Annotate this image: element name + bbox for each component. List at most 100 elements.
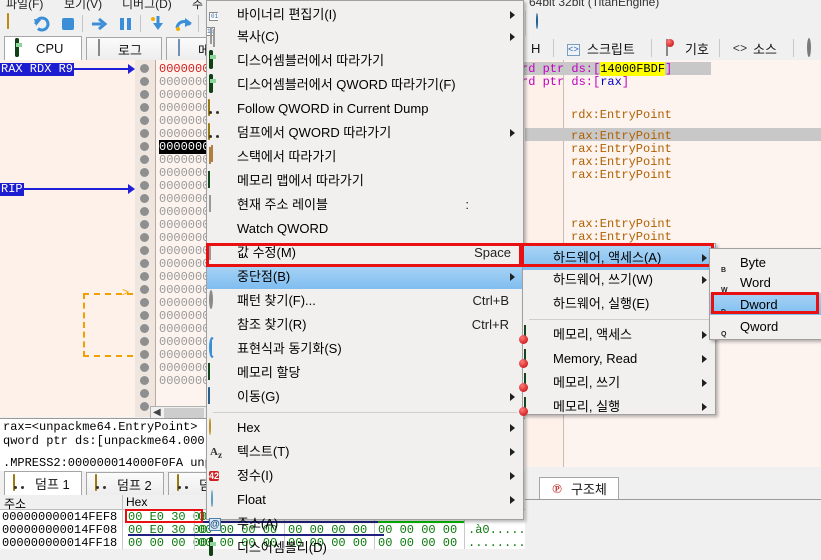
- submenu-item-label: 메모리, 실행: [553, 399, 621, 414]
- menu-item-label: 패턴 찾기(F)...: [237, 293, 316, 308]
- sync-icon: [207, 337, 225, 358]
- menu-item-float[interactable]: Float: [207, 488, 523, 512]
- context-menu[interactable]: 0110 바이너리 편집기(I) 복사(C) 디스어셈블러에서 따라가기 디스어…: [206, 0, 524, 556]
- chevron-right-icon: [702, 254, 707, 262]
- submenu-item-mem-read[interactable]: Memory, Read: [523, 347, 715, 371]
- info-line-2: qword ptr ds:[unpackme64.000: [3, 434, 205, 448]
- menubar-item-view[interactable]: 보기(V): [64, 0, 102, 11]
- disassembly-comment: rax:EntryPoint: [571, 168, 672, 182]
- cpu-dump-column[interactable]: 0000000 0000000 0000000 0000000 0000000 …: [157, 60, 209, 417]
- float-icon: [207, 490, 225, 509]
- menu-item-find-pattern[interactable]: 패턴 찾기(F)... Ctrl+B: [207, 289, 523, 313]
- submenu-item-hw-execute[interactable]: 하드웨어, 실행(E): [523, 292, 715, 316]
- tab-script-label: 스크립트: [587, 42, 635, 57]
- menu-item-follow-in-stack[interactable]: 스택에서 따라가기: [207, 145, 523, 169]
- menu-item-integer[interactable]: 42 정수(I): [207, 464, 523, 488]
- submenu-item-mem-execute[interactable]: 메모리, 실행: [523, 395, 715, 419]
- submenu-item-mem-write[interactable]: 메모리, 쓰기: [523, 371, 715, 395]
- menu-item-address[interactable]: @ 주소(A): [207, 512, 523, 536]
- submenu-item-hw-access[interactable]: 하드웨어, 액세스(A): [523, 246, 715, 270]
- tab-dump-1[interactable]: 덤프 1: [4, 471, 82, 495]
- pause-icon[interactable]: [116, 14, 136, 34]
- step-into-icon[interactable]: [148, 14, 168, 34]
- submenu-item-dword[interactable]: D Dword: [710, 293, 821, 316]
- log-icon: [95, 39, 113, 58]
- dump-value-row: 0000000: [159, 244, 209, 258]
- menu-item-current-address-label[interactable]: 현재 주소 레이블 :: [207, 193, 523, 217]
- tab-struct[interactable]: ℗ 구조체: [539, 477, 619, 499]
- menu-item-accelerator: Ctrl+B: [472, 293, 509, 308]
- size-submenu[interactable]: B Byte W Word D Dword Q Qword: [709, 248, 821, 340]
- submenu-item-label: Dword: [740, 297, 778, 312]
- dump-value-row: 0000000: [159, 101, 209, 115]
- menubar-item-debug[interactable]: 디버그(D): [122, 0, 172, 11]
- menu-item-watch-qword[interactable]: Watch QWORD: [207, 217, 523, 241]
- menu-item-modify-value[interactable]: 값 수정(M) Space: [207, 241, 523, 265]
- mem-read-icon: [523, 349, 541, 368]
- menu-separator: [213, 412, 517, 413]
- chevron-right-icon: [510, 472, 515, 480]
- tab-dump-2-label: 덤프 2: [117, 477, 152, 493]
- menu-item-copy[interactable]: 복사(C): [207, 25, 523, 49]
- tab-handles-label: H: [531, 41, 541, 56]
- right-tab-bar[interactable]: H <> 스크립트 기호 <> 소스 참조: [525, 36, 821, 61]
- menu-item-goto[interactable]: 이동(G): [207, 385, 523, 409]
- menu-item-follow-in-disassembler[interactable]: 디스어셈블러에서 따라가기: [207, 49, 523, 73]
- menu-item-allocate-memory[interactable]: 메모리 할당: [207, 361, 523, 385]
- menu-item-follow-qword-current-dump[interactable]: Follow QWORD in Current Dump: [207, 97, 523, 121]
- dump-value-row: 0000000: [159, 62, 209, 76]
- step-over-icon[interactable]: [174, 14, 194, 34]
- chevron-right-icon: [510, 273, 515, 281]
- breakpoint-submenu[interactable]: 하드웨어, 액세스(A) 하드웨어, 쓰기(W) 하드웨어, 실행(E) 메모리…: [522, 243, 716, 415]
- menu-item-text[interactable]: Az 텍스트(T): [207, 440, 523, 464]
- tab-source[interactable]: <> 소스: [725, 37, 793, 60]
- pencil-icon: [207, 243, 225, 262]
- globe-icon[interactable]: [534, 13, 552, 32]
- jump-arrow-2: [128, 184, 135, 194]
- dump-value-row: 0000000: [159, 127, 209, 141]
- tab-script[interactable]: <> 스크립트: [559, 37, 651, 60]
- menu-item-label: 표현식과 동기화(S): [237, 341, 342, 356]
- binary-editor-icon: 0110: [207, 6, 225, 36]
- copy-icon: [207, 27, 225, 46]
- menu-item-find-references[interactable]: 참조 찾기(R) Ctrl+R: [207, 313, 523, 337]
- tab-cpu[interactable]: CPU: [4, 36, 82, 60]
- tab-dump-2[interactable]: 덤프 2: [86, 472, 164, 495]
- submenu-item-mem-access[interactable]: 메모리, 액세스: [523, 323, 715, 347]
- dump-value-row: 0000000: [159, 231, 209, 245]
- disassembly-comment: rax:EntryPoint: [571, 142, 672, 156]
- submenu-item-qword[interactable]: Q Qword: [710, 315, 821, 338]
- open-icon[interactable]: [6, 13, 26, 34]
- register-highlight-rip: RIP: [0, 182, 24, 196]
- menubar-item-more[interactable]: 추: [192, 0, 203, 11]
- menu-item-hex[interactable]: Hex: [207, 416, 523, 440]
- menubar-item-file[interactable]: 파일(F): [6, 0, 43, 11]
- restart-icon[interactable]: [32, 14, 52, 34]
- cpu-chip-icon: [207, 537, 225, 557]
- breakpoint-gutter[interactable]: [135, 60, 156, 417]
- dump-value-row-selected: 0000000: [159, 140, 209, 154]
- menu-item-breakpoint[interactable]: 중단점(B): [207, 265, 523, 289]
- menu-item-follow-qword-in-disassembler[interactable]: 디스어셈블러에서 QWORD 따라가기(F): [207, 73, 523, 97]
- submenu-item-byte[interactable]: B Byte: [710, 251, 821, 274]
- run-icon[interactable]: [90, 14, 110, 34]
- tab-references[interactable]: 참조: [797, 37, 821, 60]
- submenu-item-label: 메모리, 쓰기: [553, 375, 621, 390]
- menu-item-follow-in-memory-map[interactable]: 메모리 맵에서 따라가기: [207, 169, 523, 193]
- script-icon: <>: [567, 43, 580, 56]
- menu-item-follow-qword-in-dump[interactable]: 덤프에서 QWORD 따라가기: [207, 121, 523, 145]
- menu-item-label: 스택에서 따라가기: [237, 149, 337, 164]
- stop-icon[interactable]: [58, 14, 78, 34]
- tab-cpu-label: CPU: [36, 41, 64, 56]
- scroll-left-icon[interactable]: ◀: [153, 407, 161, 418]
- submenu-item-word[interactable]: W Word: [710, 271, 821, 294]
- menu-item-disassembly[interactable]: 디스어셈블리(D): [207, 536, 523, 560]
- menu-item-binary-editor[interactable]: 0110 바이너리 편집기(I): [207, 3, 523, 36]
- submenu-item-hw-write[interactable]: 하드웨어, 쓰기(W): [523, 268, 715, 292]
- menu-item-sync-with-expression[interactable]: 표현식과 동기화(S): [207, 337, 523, 361]
- scrollbar-thumb[interactable]: [164, 408, 204, 418]
- tab-handles[interactable]: H: [525, 37, 549, 60]
- window-title: 64bit 32bit (TitanEngine): [525, 0, 821, 11]
- tab-log[interactable]: 로그: [86, 37, 162, 60]
- tab-symbols[interactable]: 기호: [657, 37, 719, 60]
